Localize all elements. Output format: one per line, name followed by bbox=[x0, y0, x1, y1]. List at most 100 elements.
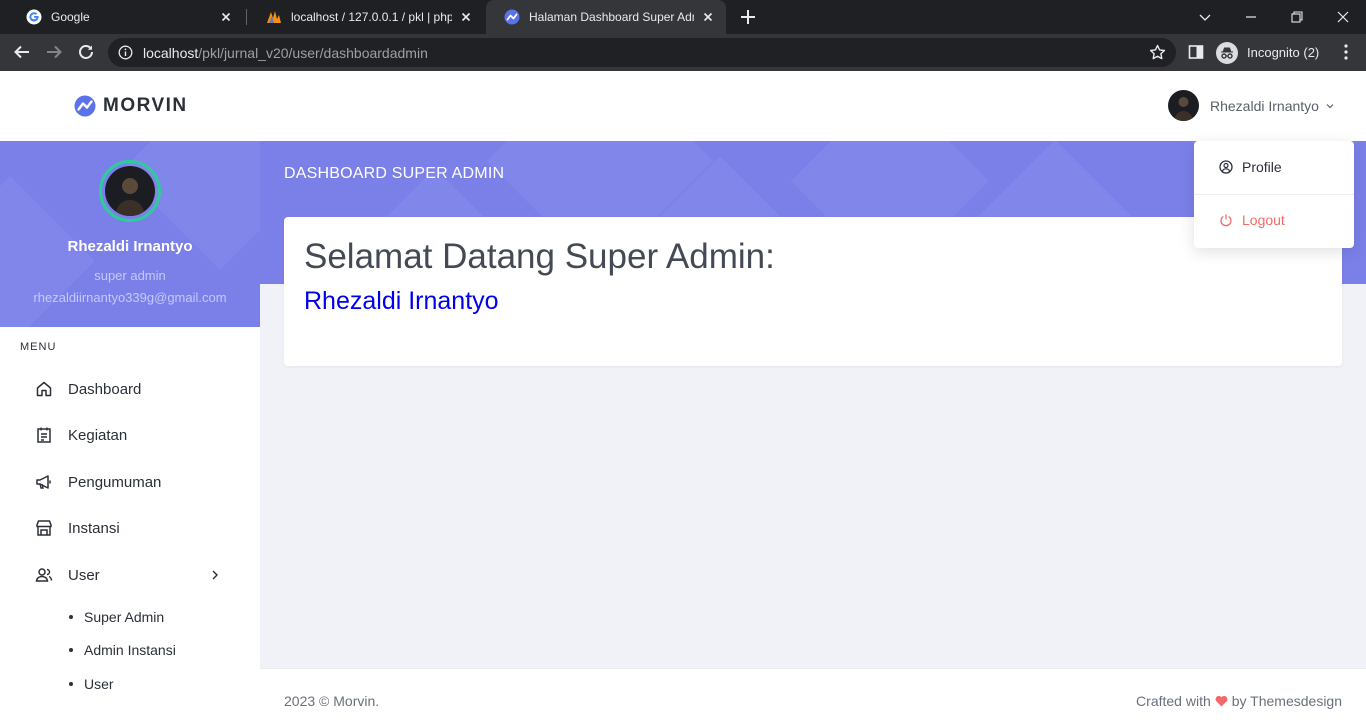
welcome-card: Selamat Datang Super Admin: Rhezaldi Irn… bbox=[284, 217, 1342, 366]
incognito-icon bbox=[1216, 41, 1238, 64]
tab-separator bbox=[246, 9, 247, 25]
page-title: DASHBOARD SUPER ADMIN bbox=[284, 165, 505, 182]
morvin-icon bbox=[504, 9, 520, 25]
url-path: /pkl/jurnal_v20/user/dashboardadmin bbox=[198, 45, 428, 61]
info-icon[interactable] bbox=[118, 45, 133, 60]
welcome-user-name: Rhezaldi Irnantyo bbox=[304, 287, 499, 315]
footer-credits: Crafted with by Themesdesign bbox=[1136, 693, 1342, 709]
sidebar-item-label: Dashboard bbox=[68, 380, 142, 398]
sidebar-item-label: User bbox=[68, 566, 100, 584]
tab-title: Google bbox=[51, 10, 90, 24]
chevron-down-icon bbox=[1199, 14, 1211, 21]
dropdown-item-profile[interactable]: Profile bbox=[1194, 147, 1354, 187]
sidebar-item-label: Instansi bbox=[68, 519, 120, 537]
close-tab-icon[interactable] bbox=[218, 9, 234, 25]
dropdown-item-label: Logout bbox=[1242, 212, 1285, 228]
submenu-item-label: Admin Instansi bbox=[84, 642, 176, 658]
dropdown-item-label: Profile bbox=[1242, 159, 1282, 175]
sidebar-item-label: Kegiatan bbox=[68, 426, 128, 444]
chevron-right-icon bbox=[212, 570, 218, 580]
avatar bbox=[1168, 90, 1199, 121]
sidebar-user-role: super admin bbox=[94, 268, 166, 283]
new-tab-icon[interactable] bbox=[738, 7, 758, 27]
back-button[interactable] bbox=[12, 42, 32, 62]
tab-title: Halaman Dashboard Super Admin bbox=[529, 10, 694, 24]
minimize-button[interactable] bbox=[1228, 0, 1274, 34]
browser-menu-button[interactable] bbox=[1336, 42, 1356, 62]
forward-button[interactable] bbox=[44, 42, 64, 62]
bullet bbox=[69, 615, 73, 619]
bullet bbox=[69, 682, 73, 686]
footer-credits-prefix: Crafted with bbox=[1136, 693, 1211, 709]
url-host: localhost bbox=[143, 45, 199, 61]
dropdown-item-logout[interactable]: Logout bbox=[1194, 200, 1354, 240]
welcome-heading: Selamat Datang Super Admin: bbox=[304, 237, 775, 276]
dropdown-divider bbox=[1194, 194, 1354, 195]
footer-copyright: 2023 © Morvin. bbox=[284, 693, 380, 709]
brand-logo[interactable]: MORVIN bbox=[74, 95, 188, 117]
footer-credits-suffix: by Themesdesign bbox=[1231, 693, 1342, 709]
header-user-name: Rhezaldi Irnantyo bbox=[1210, 97, 1319, 114]
sidebar-item-label: Pengumuman bbox=[68, 473, 162, 491]
incognito-indicator[interactable]: Incognito (2) bbox=[1216, 38, 1322, 67]
kebab-menu-icon bbox=[1344, 44, 1348, 60]
submenu-item-admin-instansi[interactable]: Admin Instansi bbox=[69, 642, 176, 658]
power-icon bbox=[1220, 214, 1232, 227]
megaphone-icon bbox=[36, 475, 51, 489]
heart-icon bbox=[1215, 695, 1228, 707]
morvin-logo-icon bbox=[74, 95, 96, 117]
app-header: MORVIN Rhezaldi Irnantyo bbox=[0, 71, 1366, 141]
minimize-icon bbox=[1246, 16, 1256, 18]
sidebar-item-kegiatan[interactable]: Kegiatan bbox=[0, 417, 260, 453]
chevron-down-icon bbox=[1326, 103, 1334, 108]
tab-search-button[interactable] bbox=[1182, 0, 1228, 34]
sidebar-item-pengumuman[interactable]: Pengumuman bbox=[0, 464, 260, 500]
sidebar-user-panel: Rhezaldi Irnantyo super admin rhezaldiir… bbox=[0, 141, 260, 327]
user-circle-icon bbox=[1219, 160, 1233, 174]
close-tab-icon[interactable] bbox=[458, 9, 474, 25]
browser-toolbar: localhost/pkl/jurnal_v20/user/dashboarda… bbox=[0, 34, 1366, 71]
home-icon bbox=[36, 381, 52, 397]
page-footer: 2023 © Morvin. Crafted with by Themesdes… bbox=[260, 668, 1366, 728]
address-bar[interactable]: localhost/pkl/jurnal_v20/user/dashboarda… bbox=[108, 38, 1176, 67]
submenu-item-label: Super Admin bbox=[84, 609, 165, 625]
clipboard-icon bbox=[37, 427, 51, 443]
arrow-left-icon bbox=[14, 45, 29, 59]
browser-tabstrip: Google localhost / 127.0.0.1 / pkl | php… bbox=[0, 0, 1366, 34]
avatar bbox=[105, 166, 155, 216]
sidebar-user-email: rhezaldiirnantyo339g@gmail.com bbox=[33, 290, 227, 305]
sidebar-item-instansi[interactable]: Instansi bbox=[0, 510, 260, 546]
bookmark-star-icon[interactable] bbox=[1149, 44, 1166, 61]
tab-title: localhost / 127.0.0.1 / pkl | phpMyAdmin bbox=[291, 10, 452, 24]
url-text: localhost/pkl/jurnal_v20/user/dashboarda… bbox=[143, 45, 428, 61]
menu-title: MENU bbox=[20, 341, 57, 353]
restore-button[interactable] bbox=[1274, 0, 1320, 34]
user-menu-toggle[interactable]: Rhezaldi Irnantyo bbox=[1168, 90, 1335, 121]
side-panel-icon bbox=[1188, 45, 1204, 59]
phpmyadmin-icon bbox=[267, 11, 281, 23]
brand-name: MORVIN bbox=[103, 95, 188, 116]
arrow-right-icon bbox=[47, 45, 62, 59]
submenu-item-super-admin[interactable]: Super Admin bbox=[69, 609, 164, 625]
close-icon bbox=[1337, 11, 1349, 23]
browser-tab-phpmyadmin[interactable]: localhost / 127.0.0.1 / pkl | phpMyAdmin bbox=[248, 0, 484, 34]
side-panel-button[interactable] bbox=[1186, 42, 1206, 62]
users-icon bbox=[35, 568, 53, 582]
sidebar-item-user[interactable]: User bbox=[0, 557, 260, 593]
reload-button[interactable] bbox=[76, 42, 96, 62]
browser-tab-dashboard[interactable]: Halaman Dashboard Super Admin bbox=[486, 0, 726, 34]
sidebar-item-dashboard[interactable]: Dashboard bbox=[0, 371, 260, 407]
sidebar-menu: MENU Dashboard Kegiatan Pengumuman Insta… bbox=[0, 327, 260, 728]
sidebar-avatar[interactable] bbox=[99, 160, 161, 222]
incognito-label: Incognito (2) bbox=[1247, 45, 1320, 60]
browser-tab-google[interactable]: Google bbox=[8, 0, 244, 34]
submenu-item-user[interactable]: User bbox=[69, 676, 114, 692]
sidebar-user-name: Rhezaldi Irnantyo bbox=[67, 238, 193, 255]
close-window-button[interactable] bbox=[1320, 0, 1366, 34]
restore-icon bbox=[1291, 11, 1303, 23]
close-tab-icon[interactable] bbox=[700, 9, 716, 25]
submenu-item-label: User bbox=[84, 676, 114, 692]
store-icon bbox=[36, 520, 52, 536]
google-icon bbox=[26, 9, 42, 25]
user-dropdown-menu: Profile Logout bbox=[1194, 141, 1354, 248]
